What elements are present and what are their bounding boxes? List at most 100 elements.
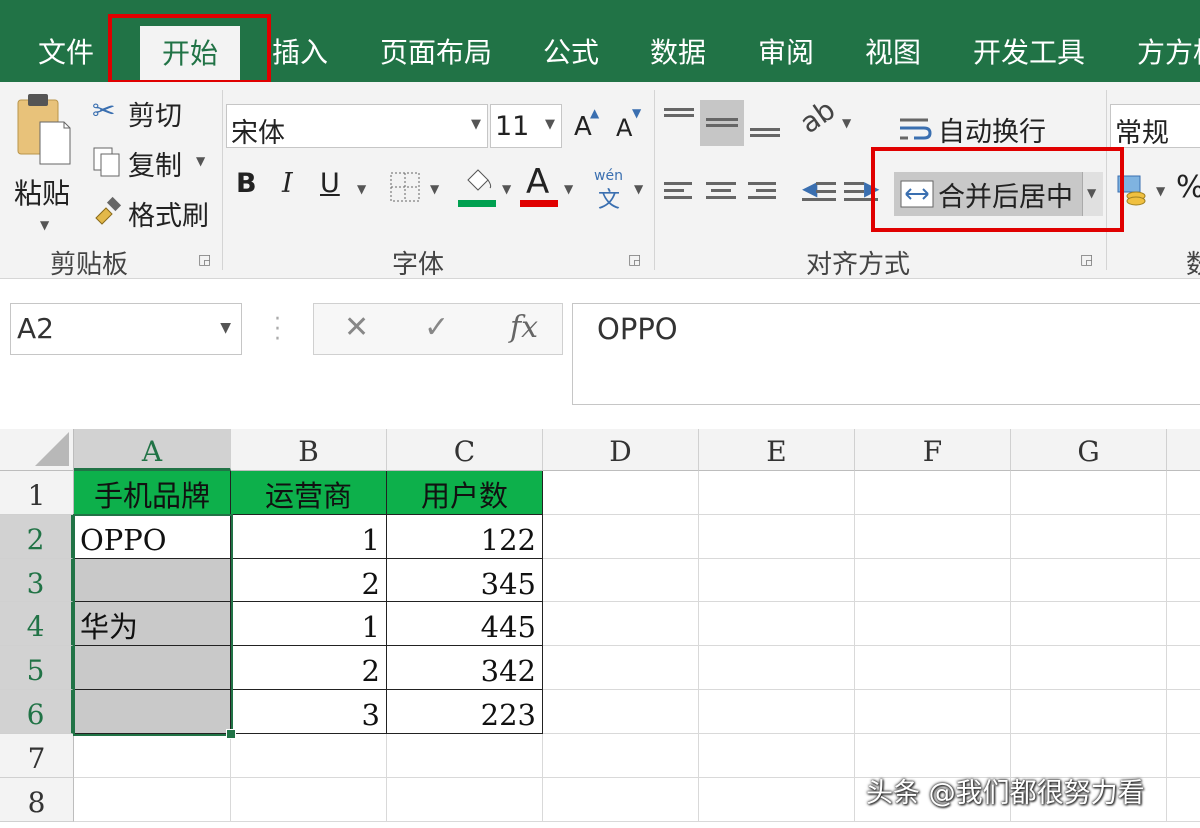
cell-e8[interactable] [699,778,855,822]
cell-b4[interactable]: 1 [231,602,387,646]
increase-indent-button[interactable]: ▶ [844,176,880,206]
font-dialog-launcher-icon[interactable]: ◲ [628,252,641,268]
select-all-corner[interactable] [0,429,74,471]
underline-button[interactable]: U [320,168,340,199]
cell-c3[interactable]: 345 [387,559,543,602]
cell-e7[interactable] [699,734,855,778]
number-format-combo[interactable]: 常规 [1110,104,1200,149]
underline-dropdown-icon[interactable]: ▼ [357,182,366,196]
orientation-button[interactable]: ab ▼ [794,93,852,140]
align-right-button[interactable] [748,178,782,208]
cell-d3[interactable] [543,559,699,602]
header-cell-users[interactable]: 用户数 [387,471,543,515]
cell-f2[interactable] [855,515,1011,559]
column-header-e[interactable]: E [699,429,855,471]
cell-d2[interactable] [543,515,699,559]
copy-dropdown-icon[interactable]: ▼ [196,154,205,168]
align-bottom-button[interactable] [748,102,784,140]
row-header-3[interactable]: 3 [0,559,74,602]
name-box-dropdown-icon[interactable]: ▼ [220,320,231,336]
font-size-combo[interactable]: 11 ▼ [490,104,562,148]
cell-c7[interactable] [387,734,543,778]
bold-button[interactable]: B [236,168,257,199]
decrease-indent-button[interactable]: ◀ [802,176,838,206]
fill-handle[interactable] [226,729,236,739]
merge-center-dropdown[interactable]: ▼ [1082,172,1103,216]
cell-d6[interactable] [543,690,699,734]
cell-f3[interactable] [855,559,1011,602]
cell-d8[interactable] [543,778,699,822]
row-header-5[interactable]: 5 [0,646,74,690]
formula-input[interactable]: OPPO [572,303,1200,405]
cell-b3[interactable]: 2 [231,559,387,602]
cell-g6[interactable] [1011,690,1167,734]
confirm-entry-icon[interactable]: ✓ [424,310,449,345]
cell-c8[interactable] [387,778,543,822]
cell-h5[interactable] [1167,646,1200,690]
cell-a7[interactable] [74,734,231,778]
cell-d5[interactable] [543,646,699,690]
column-header-g[interactable]: G [1011,429,1167,471]
cell-a3[interactable] [74,559,231,602]
column-header-f[interactable]: F [855,429,1011,471]
tab-home[interactable]: 开始 [140,26,241,82]
cell-c5[interactable]: 342 [387,646,543,690]
row-header-2[interactable]: 2 [0,515,74,559]
row-header-8[interactable]: 8 [0,778,74,822]
tab-data[interactable]: 数据 [650,34,706,72]
column-header-c[interactable]: C [387,429,543,471]
cell-g2[interactable] [1011,515,1167,559]
cell-g5[interactable] [1011,646,1167,690]
merge-center-button[interactable]: 合并后居中 [894,172,1100,216]
row-header-4[interactable]: 4 [0,602,74,646]
cell-e1[interactable] [699,471,855,515]
font-color-dropdown-icon[interactable]: ▼ [564,182,573,196]
cell-f1[interactable] [855,471,1011,515]
phonetic-dropdown-icon[interactable]: ▼ [634,182,643,196]
cell-f6[interactable] [855,690,1011,734]
paste-button[interactable]: 粘贴 ▼ [12,92,74,237]
tab-view[interactable]: 视图 [865,34,921,72]
cell-g3[interactable] [1011,559,1167,602]
percent-button[interactable]: % [1176,170,1200,205]
cell-a4[interactable]: 华为 [74,602,231,646]
cell-a8[interactable] [74,778,231,822]
cell-a5[interactable] [74,646,231,690]
header-cell-brand[interactable]: 手机品牌 [74,471,231,515]
phonetic-button[interactable]: wén 文 [594,168,630,213]
cell-a2[interactable]: OPPO [74,515,231,559]
name-box[interactable]: A2 ▼ [10,303,242,355]
cell-e5[interactable] [699,646,855,690]
cell-a6[interactable] [74,690,231,734]
header-cell-carrier[interactable]: 运营商 [231,471,387,515]
cell-e4[interactable] [699,602,855,646]
font-name-dropdown-icon[interactable]: ▼ [471,117,481,132]
cell-b7[interactable] [231,734,387,778]
clipboard-dialog-launcher-icon[interactable]: ◲ [198,252,211,268]
cancel-entry-icon[interactable]: ✕ [344,310,369,345]
column-header-h[interactable] [1167,429,1200,471]
fill-color-dropdown-icon[interactable]: ▼ [502,182,511,196]
cell-h2[interactable] [1167,515,1200,559]
accounting-format-button[interactable]: ▼ [1116,172,1165,212]
cell-b2[interactable]: 1 [231,515,387,559]
font-size-dropdown-icon[interactable]: ▼ [545,117,555,132]
cell-f4[interactable] [855,602,1011,646]
tab-page-layout[interactable]: 页面布局 [380,34,492,72]
cell-g1[interactable] [1011,471,1167,515]
row-header-6[interactable]: 6 [0,690,74,734]
paste-dropdown-icon[interactable]: ▼ [40,218,49,232]
row-header-1[interactable]: 1 [0,471,74,515]
font-color-button[interactable]: A [520,162,560,210]
cell-e2[interactable] [699,515,855,559]
font-name-combo[interactable]: 宋体 ▼ [226,104,488,149]
border-icon[interactable] [390,172,420,202]
tab-insert[interactable]: 插入 [272,34,328,72]
tab-review[interactable]: 审阅 [758,34,814,72]
tab-ffgrid[interactable]: 方方格 [1137,34,1200,72]
cell-h4[interactable] [1167,602,1200,646]
cell-h7[interactable] [1167,734,1200,778]
column-header-d[interactable]: D [543,429,699,471]
cell-e3[interactable] [699,559,855,602]
cell-b6[interactable]: 3 [231,690,387,734]
